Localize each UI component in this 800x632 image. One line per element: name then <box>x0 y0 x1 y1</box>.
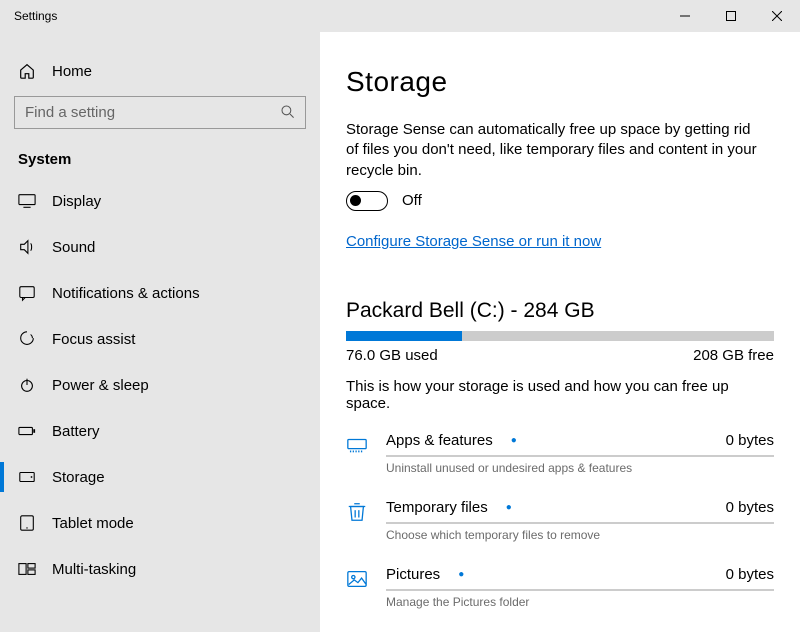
nav-focus-assist[interactable]: Focus assist <box>0 316 320 362</box>
category-bar <box>386 589 774 591</box>
nav-label: Focus assist <box>52 331 135 348</box>
trash-icon <box>346 501 368 523</box>
titlebar: Settings <box>0 0 800 32</box>
battery-icon <box>18 422 36 440</box>
search-box[interactable] <box>14 96 306 129</box>
page-title: Storage <box>346 66 774 98</box>
section-header: System <box>0 139 320 178</box>
storage-sense-desc: Storage Sense can automatically free up … <box>346 120 766 181</box>
nav-display[interactable]: Display <box>0 178 320 224</box>
category-name: Temporary files <box>386 499 488 516</box>
sidebar: Home System Display Sound Notification <box>0 32 320 632</box>
nav-label: Notifications & actions <box>52 285 200 302</box>
power-icon <box>18 376 36 394</box>
nav-label: Multi-tasking <box>52 561 136 578</box>
search-icon <box>280 104 296 120</box>
category-subtitle: Choose which temporary files to remove <box>386 528 774 542</box>
category-subtitle: Uninstall unused or undesired apps & fea… <box>386 461 774 475</box>
nav-label: Display <box>52 193 101 210</box>
category-size: 0 bytes <box>726 432 774 449</box>
category-apps-features[interactable]: Apps & features ● 0 bytes Uninstall unus… <box>346 432 774 475</box>
storage-hint: This is how your storage is used and how… <box>346 378 774 412</box>
category-name: Pictures <box>386 566 440 583</box>
display-icon <box>18 192 36 210</box>
usage-bar-fill <box>346 331 462 341</box>
nav-tablet-mode[interactable]: Tablet mode <box>0 500 320 546</box>
nav-battery[interactable]: Battery <box>0 408 320 454</box>
category-subtitle: Manage the Pictures folder <box>386 595 774 609</box>
used-label: 76.0 GB used <box>346 347 438 364</box>
category-size: 0 bytes <box>726 499 774 516</box>
tablet-icon <box>18 514 36 532</box>
usage-bar <box>346 331 774 341</box>
minimize-button[interactable] <box>662 0 708 32</box>
free-label: 208 GB free <box>693 347 774 364</box>
storage-icon <box>18 468 36 486</box>
home-nav[interactable]: Home <box>0 52 320 90</box>
home-label: Home <box>52 63 92 80</box>
apps-icon <box>346 434 368 456</box>
loading-dot-icon: ● <box>506 502 512 513</box>
nav-label: Sound <box>52 239 95 256</box>
home-icon <box>18 62 36 80</box>
nav-multitasking[interactable]: Multi-tasking <box>0 546 320 592</box>
nav-list: Display Sound Notifications & actions Fo… <box>0 178 320 592</box>
focus-assist-icon <box>18 330 36 348</box>
loading-dot-icon: ● <box>458 569 464 580</box>
nav-storage[interactable]: Storage <box>0 454 320 500</box>
close-button[interactable] <box>754 0 800 32</box>
main-panel: Storage Storage Sense can automatically … <box>320 32 800 632</box>
pictures-icon <box>346 568 368 590</box>
multitasking-icon <box>18 560 36 578</box>
category-name: Apps & features <box>386 432 493 449</box>
nav-notifications[interactable]: Notifications & actions <box>0 270 320 316</box>
nav-label: Storage <box>52 469 105 486</box>
category-bar <box>386 522 774 524</box>
storage-sense-toggle[interactable] <box>346 191 388 211</box>
loading-dot-icon: ● <box>511 435 517 446</box>
nav-label: Power & sleep <box>52 377 149 394</box>
search-input[interactable] <box>14 96 306 129</box>
nav-power-sleep[interactable]: Power & sleep <box>0 362 320 408</box>
configure-storage-sense-link[interactable]: Configure Storage Sense or run it now <box>346 233 601 250</box>
nav-sound[interactable]: Sound <box>0 224 320 270</box>
category-size: 0 bytes <box>726 566 774 583</box>
category-list: Apps & features ● 0 bytes Uninstall unus… <box>346 432 774 609</box>
category-temporary-files[interactable]: Temporary files ● 0 bytes Choose which t… <box>346 499 774 542</box>
maximize-button[interactable] <box>708 0 754 32</box>
notifications-icon <box>18 284 36 302</box>
window-title: Settings <box>14 9 662 23</box>
nav-label: Tablet mode <box>52 515 134 532</box>
toggle-label: Off <box>402 192 422 209</box>
category-pictures[interactable]: Pictures ● 0 bytes Manage the Pictures f… <box>346 566 774 609</box>
sound-icon <box>18 238 36 256</box>
drive-title: Packard Bell (C:) - 284 GB <box>346 299 774 323</box>
nav-label: Battery <box>52 423 100 440</box>
category-bar <box>386 455 774 457</box>
